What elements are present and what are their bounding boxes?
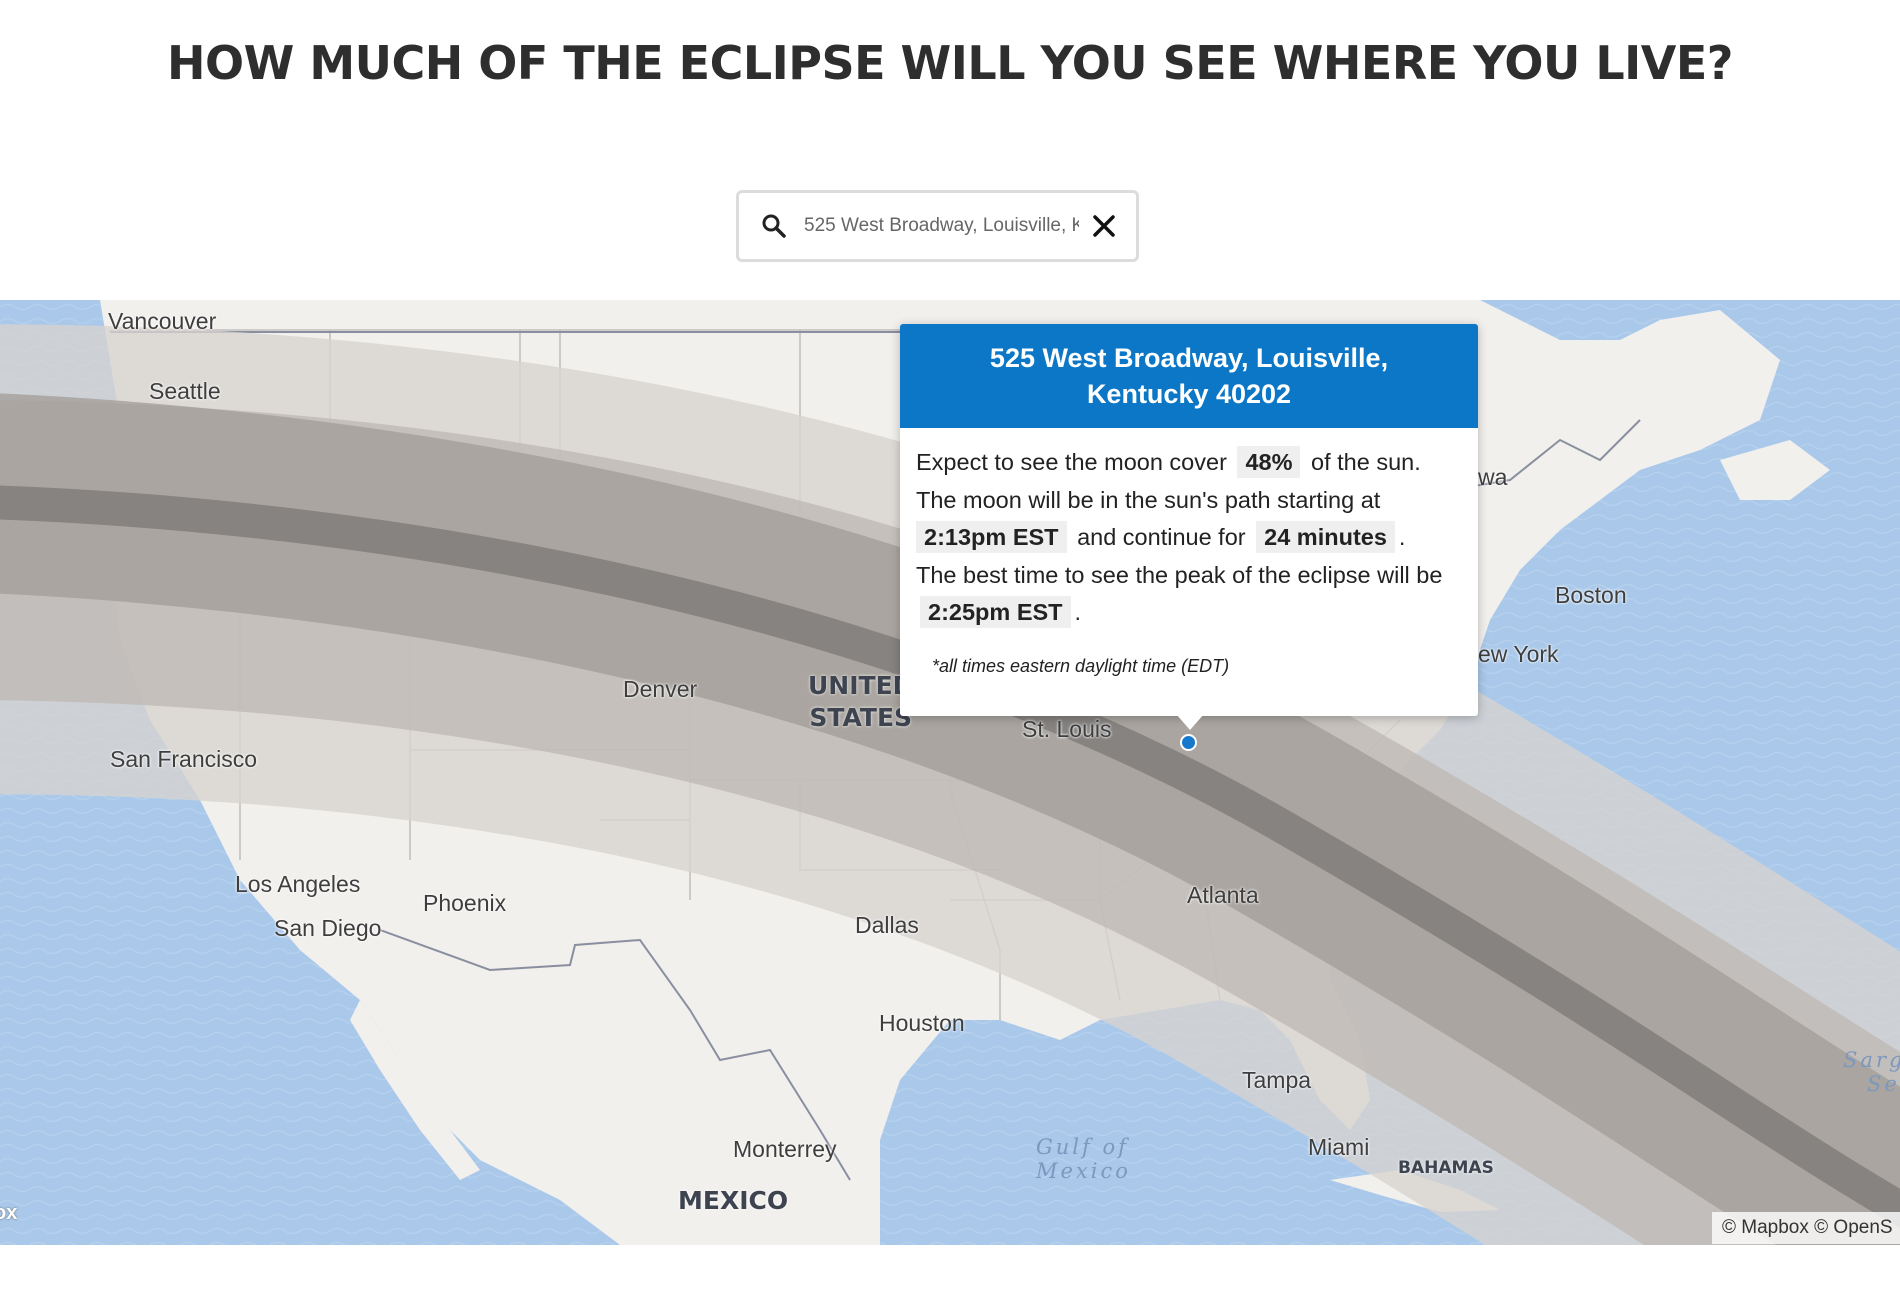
peak-time-value: 2:25pm EST	[920, 596, 1071, 628]
map-attribution[interactable]: © Mapbox © OpenS	[1712, 1212, 1900, 1244]
popup-text: and continue for	[1077, 524, 1246, 550]
start-time-value: 2:13pm EST	[916, 521, 1067, 553]
city-label: Vancouver	[108, 308, 217, 334]
city-label: Miami	[1308, 1134, 1370, 1160]
city-label: Seattle	[149, 378, 221, 404]
popup-text: .	[1398, 524, 1406, 550]
popup-text: The moon will be in the sun's path start…	[916, 486, 1381, 513]
country-label-us-line1: UNITED	[808, 671, 914, 700]
coverage-line: Expect to see the moon cover 48% of the …	[916, 444, 1462, 482]
location-popup: 525 West Broadway, Louisville, Kentucky …	[900, 324, 1478, 716]
popup-text: Expect to see the moon cover	[916, 449, 1227, 475]
location-marker[interactable]	[1180, 734, 1197, 751]
city-label: wa	[1478, 464, 1508, 490]
address-search[interactable]	[736, 190, 1139, 262]
city-label: Dallas	[855, 912, 919, 938]
close-icon	[1093, 215, 1115, 237]
popup-body: Expect to see the moon cover 48% of the …	[900, 428, 1478, 685]
clear-search-button[interactable]	[1090, 211, 1118, 241]
country-label-us: UNITED STATES	[808, 670, 913, 734]
duration-value: 24 minutes	[1256, 521, 1395, 553]
city-label: Los Angeles	[235, 871, 361, 897]
coverage-value: 48%	[1237, 446, 1301, 478]
popup-title: 525 West Broadway, Louisville, Kentucky …	[900, 324, 1478, 428]
sea-label-gulf-line2: Mexico	[1036, 1159, 1131, 1183]
country-label-bahamas: BAHAMAS	[1398, 1158, 1494, 1178]
sea-label-sargasso: Sarg Se	[1843, 1048, 1900, 1096]
city-label: Denver	[623, 676, 698, 702]
mapbox-logo[interactable]: ox	[0, 1202, 17, 1225]
city-label: St. Louis	[1022, 716, 1112, 742]
peak-line: The best time to see the peak of the ecl…	[916, 557, 1462, 632]
city-label: Atlanta	[1187, 882, 1259, 908]
country-label-us-line2: STATES	[809, 703, 913, 732]
search-icon	[762, 214, 786, 238]
city-label: Tampa	[1242, 1067, 1312, 1093]
popup-text: .	[1074, 599, 1082, 625]
sea-label-gulf-line1: Gulf of	[1036, 1135, 1129, 1159]
city-label: San Diego	[274, 915, 382, 941]
popup-text: of the sun.	[1311, 449, 1421, 475]
search-input[interactable]	[804, 209, 1079, 243]
popup-tip	[1176, 714, 1204, 730]
sea-label-sargasso-line1: Sarg	[1843, 1048, 1900, 1072]
timing-line-2: 2:13pm EST and continue for 24 minutes.	[916, 519, 1462, 557]
city-label: Houston	[879, 1010, 965, 1036]
sea-label-sargasso-line2: Se	[1867, 1072, 1900, 1096]
city-label: Boston	[1555, 582, 1627, 608]
timing-line: The moon will be in the sun's path start…	[916, 482, 1462, 520]
city-label: San Francisco	[110, 746, 258, 772]
sea-label-gulf-of-mexico: Gulf of Mexico	[1036, 1135, 1131, 1183]
city-label: ew York	[1478, 641, 1559, 667]
city-label: Phoenix	[423, 890, 507, 916]
city-label: Monterrey	[733, 1136, 837, 1162]
country-label-mexico: MEXICO	[678, 1186, 789, 1215]
page-title: HOW MUCH OF THE ECLIPSE WILL YOU SEE WHE…	[167, 36, 1733, 90]
popup-text: The best time to see the peak of the ecl…	[916, 561, 1443, 588]
popup-footnote: *all times eastern daylight time (EDT)	[932, 655, 1230, 676]
